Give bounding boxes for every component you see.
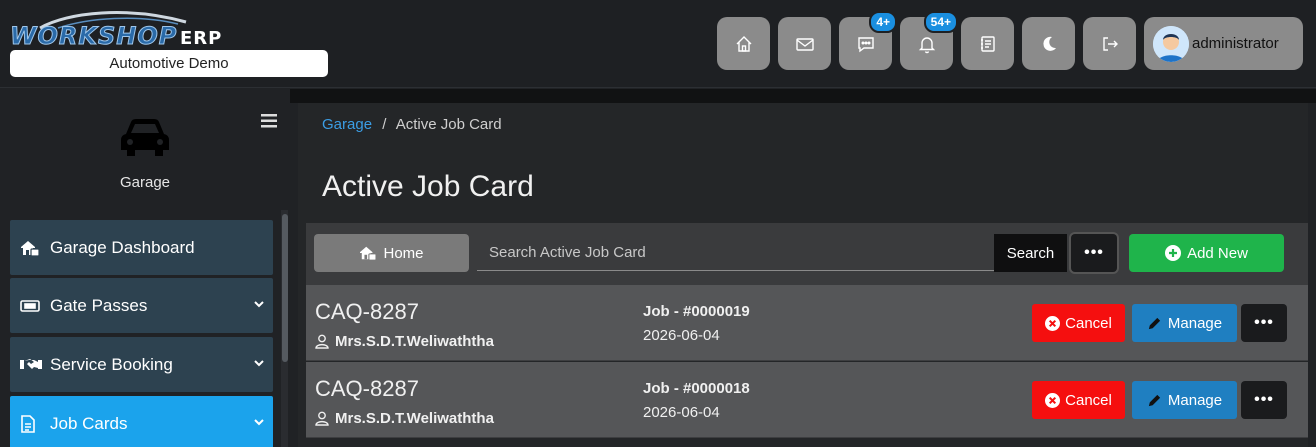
chevron-down-icon [254, 419, 264, 426]
sidebar-item-job-cards[interactable]: Job Cards [10, 396, 273, 447]
manage-button[interactable]: Manage [1132, 381, 1237, 419]
home-icon [736, 35, 751, 52]
cancel-circle-icon [1045, 315, 1061, 331]
customer-name: Mrs.S.D.T.Weliwaththa [315, 333, 494, 350]
cancel-circle-icon [1045, 392, 1061, 408]
company-name[interactable]: Automotive Demo [10, 50, 328, 77]
home-button[interactable] [717, 17, 770, 70]
manage-button[interactable]: Manage [1132, 304, 1237, 342]
dark-mode-button[interactable] [1022, 17, 1075, 70]
user-icon [315, 334, 329, 349]
user-menu-button[interactable]: administrator [1144, 17, 1303, 70]
chat-badge: 4+ [869, 11, 897, 33]
bell-icon [918, 36, 935, 53]
menu-toggle-button[interactable] [261, 114, 277, 133]
chat-icon [857, 36, 874, 52]
mail-icon [795, 37, 814, 51]
moon-icon [1042, 36, 1056, 51]
ticket-icon [20, 297, 42, 315]
pencil-icon [1148, 317, 1161, 329]
sidebar-item-gate-passes[interactable]: Gate Passes [10, 278, 273, 333]
hamburger-icon [261, 114, 277, 128]
sidebar-item-label: Gate Passes [50, 295, 148, 315]
breadcrumb-current: Active Job Card [395, 116, 502, 133]
row-more-button[interactable]: ••• [1241, 381, 1287, 419]
handshake-icon [20, 356, 42, 374]
cancel-label: Cancel [1065, 391, 1112, 409]
module-label: Garage [119, 174, 171, 191]
sidebar-item-label: Job Cards [50, 413, 128, 433]
breadcrumb-garage-link[interactable]: Garage [322, 116, 372, 133]
breadcrumb-separator: / [382, 116, 387, 133]
notebook-icon [980, 35, 995, 52]
job-date: 2026-06-04 [643, 404, 720, 421]
sidebar-item-garage-dashboard[interactable]: Garage Dashboard [10, 220, 273, 275]
logout-button[interactable] [1083, 17, 1136, 70]
breadcrumb: Garage / Active Job Card [322, 116, 502, 133]
search-button[interactable]: Search [994, 234, 1067, 272]
chevron-down-icon [254, 360, 264, 367]
notification-badge: 54+ [923, 11, 958, 33]
table-row[interactable]: CAQ-8287 Mrs.S.D.T.Weliwaththa Job - #00… [306, 285, 1308, 361]
notebook-button[interactable] [961, 17, 1014, 70]
table-row[interactable]: CAQ-8287 Mrs.S.D.T.Weliwaththa Job - #00… [306, 362, 1308, 438]
cancel-label: Cancel [1065, 314, 1112, 332]
sidebar-item-service-booking[interactable]: Service Booking [10, 337, 273, 392]
logout-icon [1102, 36, 1118, 51]
top-header: WORKSHOP ERP Automotive Demo 4+ 54+ admi… [0, 0, 1316, 88]
logo-erp-text: ERP [180, 28, 223, 49]
username: administrator [1192, 35, 1279, 52]
manage-label: Manage [1167, 391, 1223, 409]
home-nav-button[interactable]: Home [314, 234, 469, 272]
user-icon [315, 411, 329, 426]
content-topbar [290, 89, 1316, 103]
customer-name-text: Mrs.S.D.T.Weliwaththa [335, 410, 494, 427]
customer-name: Mrs.S.D.T.Weliwaththa [315, 410, 494, 427]
job-date: 2026-06-04 [643, 327, 720, 344]
sidebar-scrollbar-thumb[interactable] [282, 214, 288, 362]
sidebar-item-label: Garage Dashboard [50, 237, 195, 257]
garage-dashboard-icon [20, 239, 42, 257]
add-new-button[interactable]: Add New [1129, 234, 1284, 272]
app-logo[interactable]: WORKSHOP ERP [9, 8, 330, 51]
chat-button[interactable]: 4+ [839, 11, 897, 70]
mail-button[interactable] [778, 17, 831, 70]
pencil-icon [1148, 394, 1161, 406]
document-icon [20, 414, 42, 433]
user-avatar-icon [1153, 25, 1189, 62]
row-more-button[interactable]: ••• [1241, 304, 1287, 342]
home-button-label: Home [383, 244, 424, 262]
car-icon [121, 119, 169, 156]
plus-circle-icon [1165, 245, 1182, 261]
cancel-button[interactable]: Cancel [1032, 381, 1125, 419]
cancel-button[interactable]: Cancel [1032, 304, 1125, 342]
manage-label: Manage [1167, 314, 1223, 332]
customer-name-text: Mrs.S.D.T.Weliwaththa [335, 333, 494, 350]
chevron-down-icon [254, 301, 264, 308]
job-number: Job - #0000019 [643, 303, 750, 320]
vehicle-plate: CAQ-8287 [315, 376, 419, 401]
vehicle-plate: CAQ-8287 [315, 299, 419, 324]
search-input[interactable] [477, 235, 995, 271]
sidebar-item-label: Service Booking [50, 354, 173, 374]
notification-button[interactable]: 54+ [900, 11, 958, 70]
page-title: Active Job Card [322, 170, 534, 203]
add-new-label: Add New [1187, 244, 1248, 262]
toolbar-more-button[interactable]: ••• [1071, 234, 1117, 272]
job-number: Job - #0000018 [643, 380, 750, 397]
logo-text: WORKSHOP [9, 22, 178, 51]
garage-home-icon [360, 246, 378, 261]
avatar [1153, 25, 1189, 62]
